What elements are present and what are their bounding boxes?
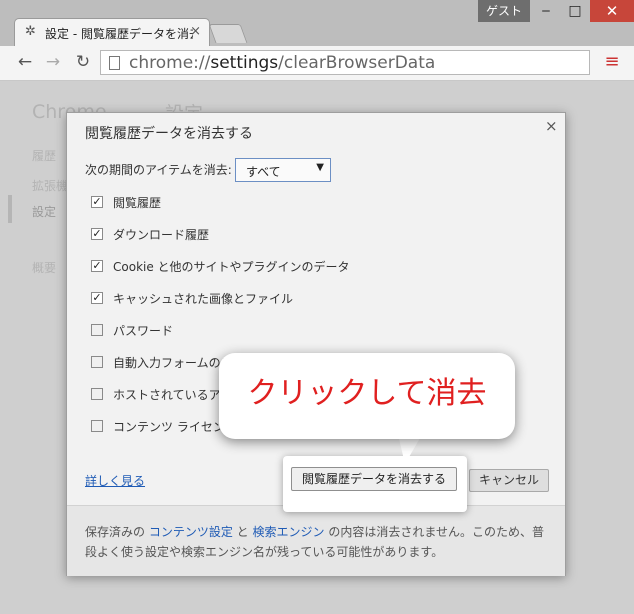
title-bar: ゲスト ‒ □ ✕ ✲ 設定 - 閲覧履歴データを消去 × — [0, 0, 634, 46]
option-label: パスワード — [113, 324, 174, 338]
option-label: ダウンロード履歴 — [113, 228, 210, 242]
guest-badge[interactable]: ゲスト — [478, 0, 530, 22]
highlighted-clear-button[interactable]: 閲覧履歴データを消去する — [291, 467, 457, 491]
cancel-button[interactable]: キャンセル — [469, 469, 549, 492]
url-host: settings — [210, 53, 279, 73]
dialog-title: 閲覧履歴データを消去する — [85, 126, 253, 142]
url-path: /clearBrowserData — [278, 53, 436, 73]
toolbar: ← → ↻ chrome://settings/clearBrowserData… — [0, 46, 634, 81]
menu-icon[interactable]: ≡ — [600, 50, 624, 74]
chevron-down-icon: ▼ — [316, 162, 324, 173]
checkbox-unchecked[interactable] — [91, 356, 103, 368]
option-label: 閲覧履歴 — [113, 196, 162, 210]
tab-close-icon[interactable]: × — [190, 24, 201, 39]
checkbox-checked[interactable]: ✓ — [91, 260, 103, 272]
learn-more-link[interactable]: 詳しく見る — [85, 472, 145, 489]
footer-note: 保存済みの コンテンツ設定 と 検索エンジン の内容は消去されません。このため、… — [85, 522, 545, 562]
checkbox-unchecked[interactable] — [91, 324, 103, 336]
checkbox-checked[interactable]: ✓ — [91, 292, 103, 304]
forward-button[interactable]: → — [42, 51, 64, 73]
period-select[interactable]: すべて ▼ — [235, 158, 331, 182]
url-scheme: chrome:// — [129, 53, 211, 73]
minimize-button[interactable]: ‒ — [532, 0, 560, 22]
period-value: すべて — [246, 165, 281, 179]
sidebar-item-about[interactable]: 概要 — [32, 259, 56, 276]
callout-text: クリックして消去 — [247, 376, 487, 411]
back-button[interactable]: ← — [14, 51, 36, 73]
callout-bubble: クリックして消去 — [219, 353, 515, 439]
footer-text-1: 保存済みの — [85, 525, 149, 539]
maximize-button[interactable]: □ — [560, 0, 590, 22]
url-text: chrome://settings/clearBrowserData — [129, 53, 435, 73]
gear-icon: ✲ — [25, 24, 36, 39]
checkbox-unchecked[interactable] — [91, 420, 103, 432]
checkbox-checked[interactable]: ✓ — [91, 196, 103, 208]
search-engines-link[interactable]: 検索エンジン — [252, 525, 324, 539]
sidebar-active-marker — [8, 195, 12, 223]
tab-settings[interactable]: ✲ 設定 - 閲覧履歴データを消去 × — [14, 18, 210, 46]
address-bar[interactable]: chrome://settings/clearBrowserData — [100, 50, 590, 75]
browser-window: ゲスト ‒ □ ✕ ✲ 設定 - 閲覧履歴データを消去 × ← → ↻ chro… — [0, 0, 634, 614]
sidebar-item-settings[interactable]: 設定 — [32, 203, 56, 220]
checkbox-unchecked[interactable] — [91, 388, 103, 400]
period-label: 次の期間のアイテムを消去: — [85, 163, 232, 177]
option-label: Cookie と他のサイトやプラグインのデータ — [113, 260, 350, 274]
footer-text-2: と — [232, 525, 253, 539]
reload-button[interactable]: ↻ — [72, 51, 94, 73]
new-tab-button[interactable] — [208, 24, 248, 43]
content-settings-link[interactable]: コンテンツ設定 — [149, 525, 233, 539]
checkbox-checked[interactable]: ✓ — [91, 228, 103, 240]
tab-title: 設定 - 閲覧履歴データを消去 — [45, 27, 193, 41]
window-close-button[interactable]: ✕ — [590, 0, 634, 22]
page-icon — [109, 56, 120, 70]
sidebar-item-history[interactable]: 履歴 — [32, 147, 56, 164]
dialog-close-icon[interactable]: × — [545, 117, 558, 135]
dialog-footer: 保存済みの コンテンツ設定 と 検索エンジン の内容は消去されません。このため、… — [67, 505, 565, 576]
option-label: キャッシュされた画像とファイル — [113, 292, 294, 306]
